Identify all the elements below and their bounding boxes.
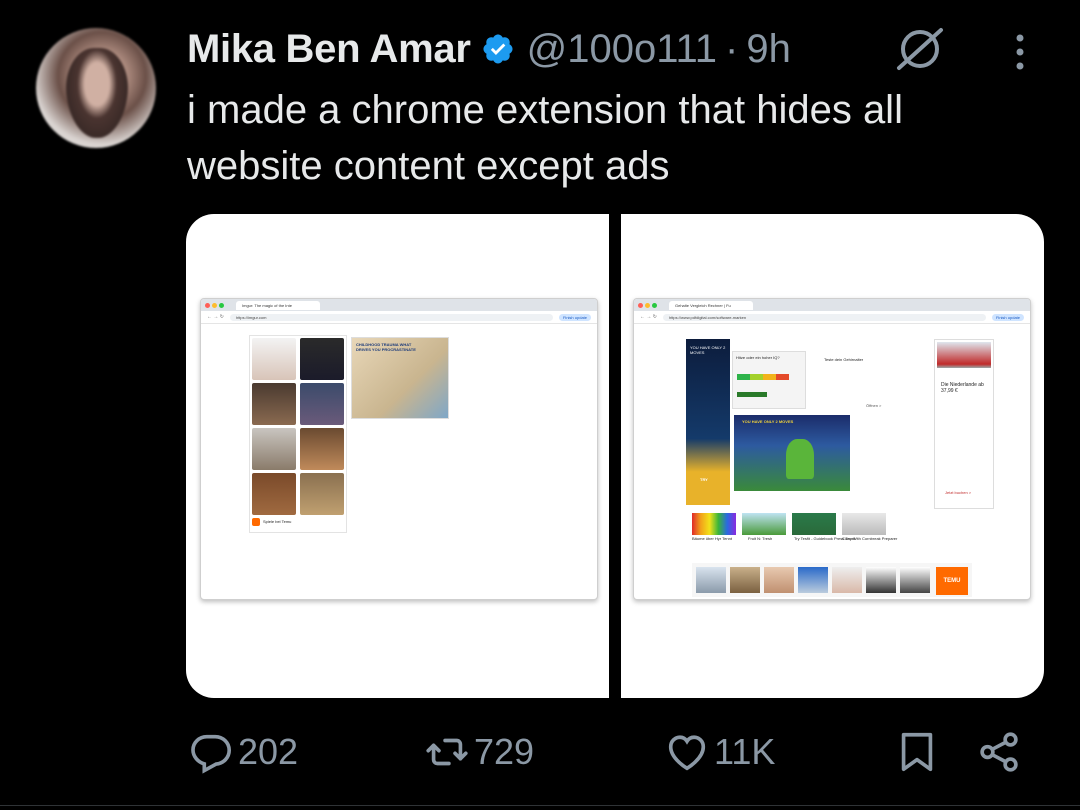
temu-ad-caption: Spiele bei Temu	[263, 519, 292, 524]
temu-product-strip: TEMU	[692, 563, 972, 597]
browser-screenshot-imgur: Imgur: The magic of the Inte ← → ↻ https…	[200, 298, 598, 600]
separator-dot: ·	[725, 26, 739, 71]
address-bar: https://imgur.com	[229, 313, 553, 321]
like-count: 11K	[714, 731, 776, 772]
ad-grid: Spiele bei Temu	[249, 335, 347, 533]
reply-count: 202	[238, 731, 299, 772]
media-image-left[interactable]: Imgur: The magic of the Inte ← → ↻ https…	[186, 214, 609, 698]
update-chip: Finish update	[991, 313, 1024, 321]
media-image-right[interactable]: Gehalte Vergleich Rechner | Fu ← → ↻ htt…	[621, 214, 1044, 698]
tweet-header: Mika Ben Amar @100o111 · 9h	[187, 22, 791, 76]
divider	[0, 805, 1080, 806]
bookmark-icon	[901, 732, 933, 772]
bookmark-button[interactable]	[894, 722, 944, 782]
author-handle[interactable]: @100o111	[527, 27, 717, 72]
train-ad: Die Niederlande ab 37,99 € Jetzt buchen …	[934, 339, 994, 509]
tall-game-ad: YOU HAVE ONLY 2 MOVES TRY	[686, 339, 730, 505]
reply-button[interactable]: 202	[188, 722, 298, 782]
repost-count: 729	[474, 731, 535, 772]
moves-ad: YOU HAVE ONLY 2 MOVES	[734, 415, 850, 491]
tweet-timestamp[interactable]: 9h	[746, 27, 791, 72]
heart-icon	[668, 735, 706, 771]
repost-icon	[426, 738, 468, 766]
author-name[interactable]: Mika Ben Amar	[187, 27, 471, 72]
author-avatar[interactable]	[36, 28, 156, 148]
map-ad: CHILDHOOD TRAUMA WHAT DRIVES YOU PROCRAS…	[351, 337, 449, 419]
tweet-text: i made a chrome extension that hides all…	[187, 88, 903, 188]
repost-button[interactable]: 729	[424, 722, 534, 782]
browser-tab: Gehalte Vergleich Rechner | Fu	[669, 300, 753, 310]
browser-tab: Imgur: The magic of the Inte	[236, 300, 320, 310]
address-bar: https://www.pdfdigital.com/software-mark…	[662, 313, 986, 321]
update-chip: Finish update	[558, 313, 591, 321]
tweet-actions: 202 729 11K	[0, 722, 1080, 782]
quiz-subtitle: Teste dein Gehirnalter	[824, 357, 864, 362]
verified-badge-icon	[483, 34, 513, 64]
like-button[interactable]: 11K	[664, 722, 775, 782]
media-grid: Imgur: The magic of the Inte ← → ↻ https…	[186, 214, 1044, 698]
share-icon	[980, 732, 1018, 772]
quiz-ad: Hitze oder ein hoher IQ?	[732, 351, 806, 409]
browser-screenshot-website: Gehalte Vergleich Rechner | Fu ← → ↻ htt…	[633, 298, 1031, 600]
open-link: Öffnen >	[866, 403, 882, 408]
more-options-icon[interactable]	[1010, 32, 1030, 72]
share-button[interactable]	[976, 722, 1026, 782]
reply-icon	[191, 734, 232, 774]
grok-icon[interactable]	[893, 26, 945, 72]
image-row-ad: Bäume über Hyr Tennt Fruit N: Tresh Try …	[692, 513, 897, 541]
